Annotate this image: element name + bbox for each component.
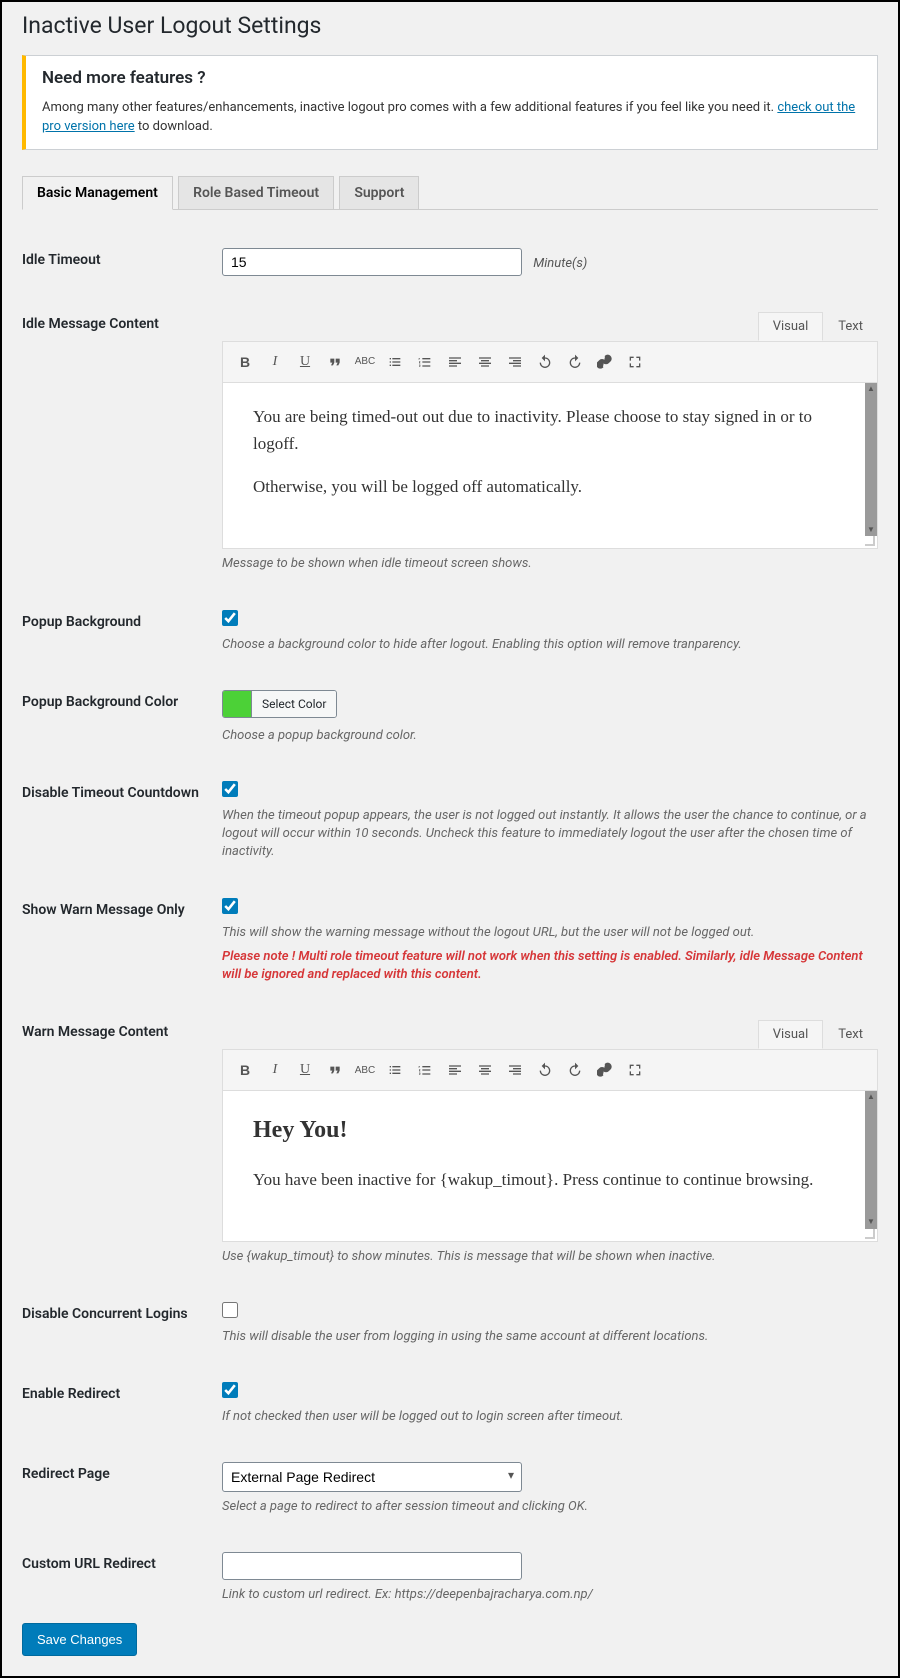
align-center-icon[interactable] (471, 1056, 499, 1084)
redo-icon[interactable] (561, 1056, 589, 1084)
disable-concurrent-checkbox[interactable] (222, 1302, 238, 1318)
ol-icon[interactable] (411, 1056, 439, 1084)
tab-role-based-timeout[interactable]: Role Based Timeout (178, 176, 334, 209)
tabs-bar: Basic Management Role Based Timeout Supp… (22, 170, 878, 210)
resize-handle[interactable] (223, 1229, 877, 1241)
ul-icon[interactable] (381, 1056, 409, 1084)
idle-message-editor: B I U ABC (222, 341, 878, 550)
enable-redirect-label: Enable Redirect (22, 1382, 222, 1402)
warn-message-editor: B I U ABC (222, 1049, 878, 1242)
disable-countdown-checkbox[interactable] (222, 781, 238, 797)
notice-heading: Need more features ? (42, 68, 861, 88)
strikethrough-icon[interactable]: ABC (351, 348, 379, 376)
tab-basic-management[interactable]: Basic Management (22, 176, 173, 210)
align-right-icon[interactable] (501, 1056, 529, 1084)
quote-icon[interactable] (321, 348, 349, 376)
idle-message-content[interactable]: You are being timed-out out due to inact… (223, 383, 877, 537)
popup-bg-checkbox[interactable] (222, 610, 238, 626)
resize-handle[interactable] (223, 536, 877, 548)
align-center-icon[interactable] (471, 348, 499, 376)
align-left-icon[interactable] (441, 348, 469, 376)
idle-message-label: Idle Message Content (22, 312, 222, 332)
underline-icon[interactable]: U (291, 348, 319, 376)
undo-icon[interactable] (531, 1056, 559, 1084)
redirect-page-select[interactable]: External Page Redirect (222, 1462, 522, 1492)
undo-icon[interactable] (531, 348, 559, 376)
disable-concurrent-label: Disable Concurrent Logins (22, 1302, 222, 1322)
idle-timeout-label: Idle Timeout (22, 248, 222, 268)
warn-message-content[interactable]: Hey You! You have been inactive for {wak… (223, 1091, 877, 1229)
popup-bg-desc: Choose a background color to hide after … (222, 636, 878, 654)
link-icon[interactable] (591, 1056, 619, 1084)
editor-toolbar: B I U ABC (223, 1050, 877, 1091)
warn-message-label: Warn Message Content (22, 1020, 222, 1040)
align-left-icon[interactable] (441, 1056, 469, 1084)
disable-countdown-label: Disable Timeout Countdown (22, 781, 222, 801)
scrollbar[interactable] (865, 383, 877, 537)
bold-icon[interactable]: B (231, 348, 259, 376)
italic-icon[interactable]: I (261, 348, 289, 376)
strikethrough-icon[interactable]: ABC (351, 1056, 379, 1084)
fullscreen-icon[interactable] (621, 348, 649, 376)
redo-icon[interactable] (561, 348, 589, 376)
editor-tab-text[interactable]: Text (823, 1020, 878, 1049)
editor-toolbar: B I U ABC (223, 342, 877, 383)
scrollbar[interactable] (865, 1091, 877, 1229)
bold-icon[interactable]: B (231, 1056, 259, 1084)
custom-url-input[interactable] (222, 1552, 522, 1580)
custom-url-label: Custom URL Redirect (22, 1552, 222, 1572)
notice-panel: Need more features ? Among many other fe… (22, 55, 878, 150)
ol-icon[interactable] (411, 348, 439, 376)
page-title: Inactive User Logout Settings (22, 2, 878, 45)
ul-icon[interactable] (381, 348, 409, 376)
popup-bg-color-desc: Choose a popup background color. (222, 727, 878, 745)
select-color-button[interactable]: Select Color (222, 690, 337, 718)
fullscreen-icon[interactable] (621, 1056, 649, 1084)
popup-bg-color-label: Popup Background Color (22, 690, 222, 710)
align-right-icon[interactable] (501, 348, 529, 376)
editor-tab-visual[interactable]: Visual (758, 1020, 824, 1049)
redirect-page-label: Redirect Page (22, 1462, 222, 1482)
color-swatch (223, 691, 251, 717)
link-icon[interactable] (591, 348, 619, 376)
show-warn-note: Please note ! Multi role timeout feature… (222, 948, 878, 984)
idle-message-desc: Message to be shown when idle timeout sc… (222, 555, 878, 573)
notice-text: Among many other features/enhancements, … (42, 98, 861, 137)
save-button[interactable]: Save Changes (22, 1623, 137, 1656)
editor-tab-visual[interactable]: Visual (758, 312, 824, 341)
idle-timeout-input[interactable] (222, 248, 522, 276)
enable-redirect-desc: If not checked then user will be logged … (222, 1408, 878, 1426)
tab-support[interactable]: Support (339, 176, 419, 209)
underline-icon[interactable]: U (291, 1056, 319, 1084)
italic-icon[interactable]: I (261, 1056, 289, 1084)
redirect-page-desc: Select a page to redirect to after sessi… (222, 1498, 878, 1516)
warn-message-desc: Use {wakup_timout} to show minutes. This… (222, 1248, 878, 1266)
show-warn-desc: This will show the warning message witho… (222, 924, 878, 942)
disable-concurrent-desc: This will disable the user from logging … (222, 1328, 878, 1346)
show-warn-checkbox[interactable] (222, 898, 238, 914)
disable-countdown-desc: When the timeout popup appears, the user… (222, 807, 878, 862)
editor-tab-text[interactable]: Text (823, 312, 878, 341)
custom-url-desc: Link to custom url redirect. Ex: https:/… (222, 1586, 878, 1604)
popup-bg-label: Popup Background (22, 610, 222, 630)
quote-icon[interactable] (321, 1056, 349, 1084)
idle-timeout-suffix: Minute(s) (533, 256, 587, 271)
show-warn-label: Show Warn Message Only (22, 898, 222, 918)
enable-redirect-checkbox[interactable] (222, 1382, 238, 1398)
